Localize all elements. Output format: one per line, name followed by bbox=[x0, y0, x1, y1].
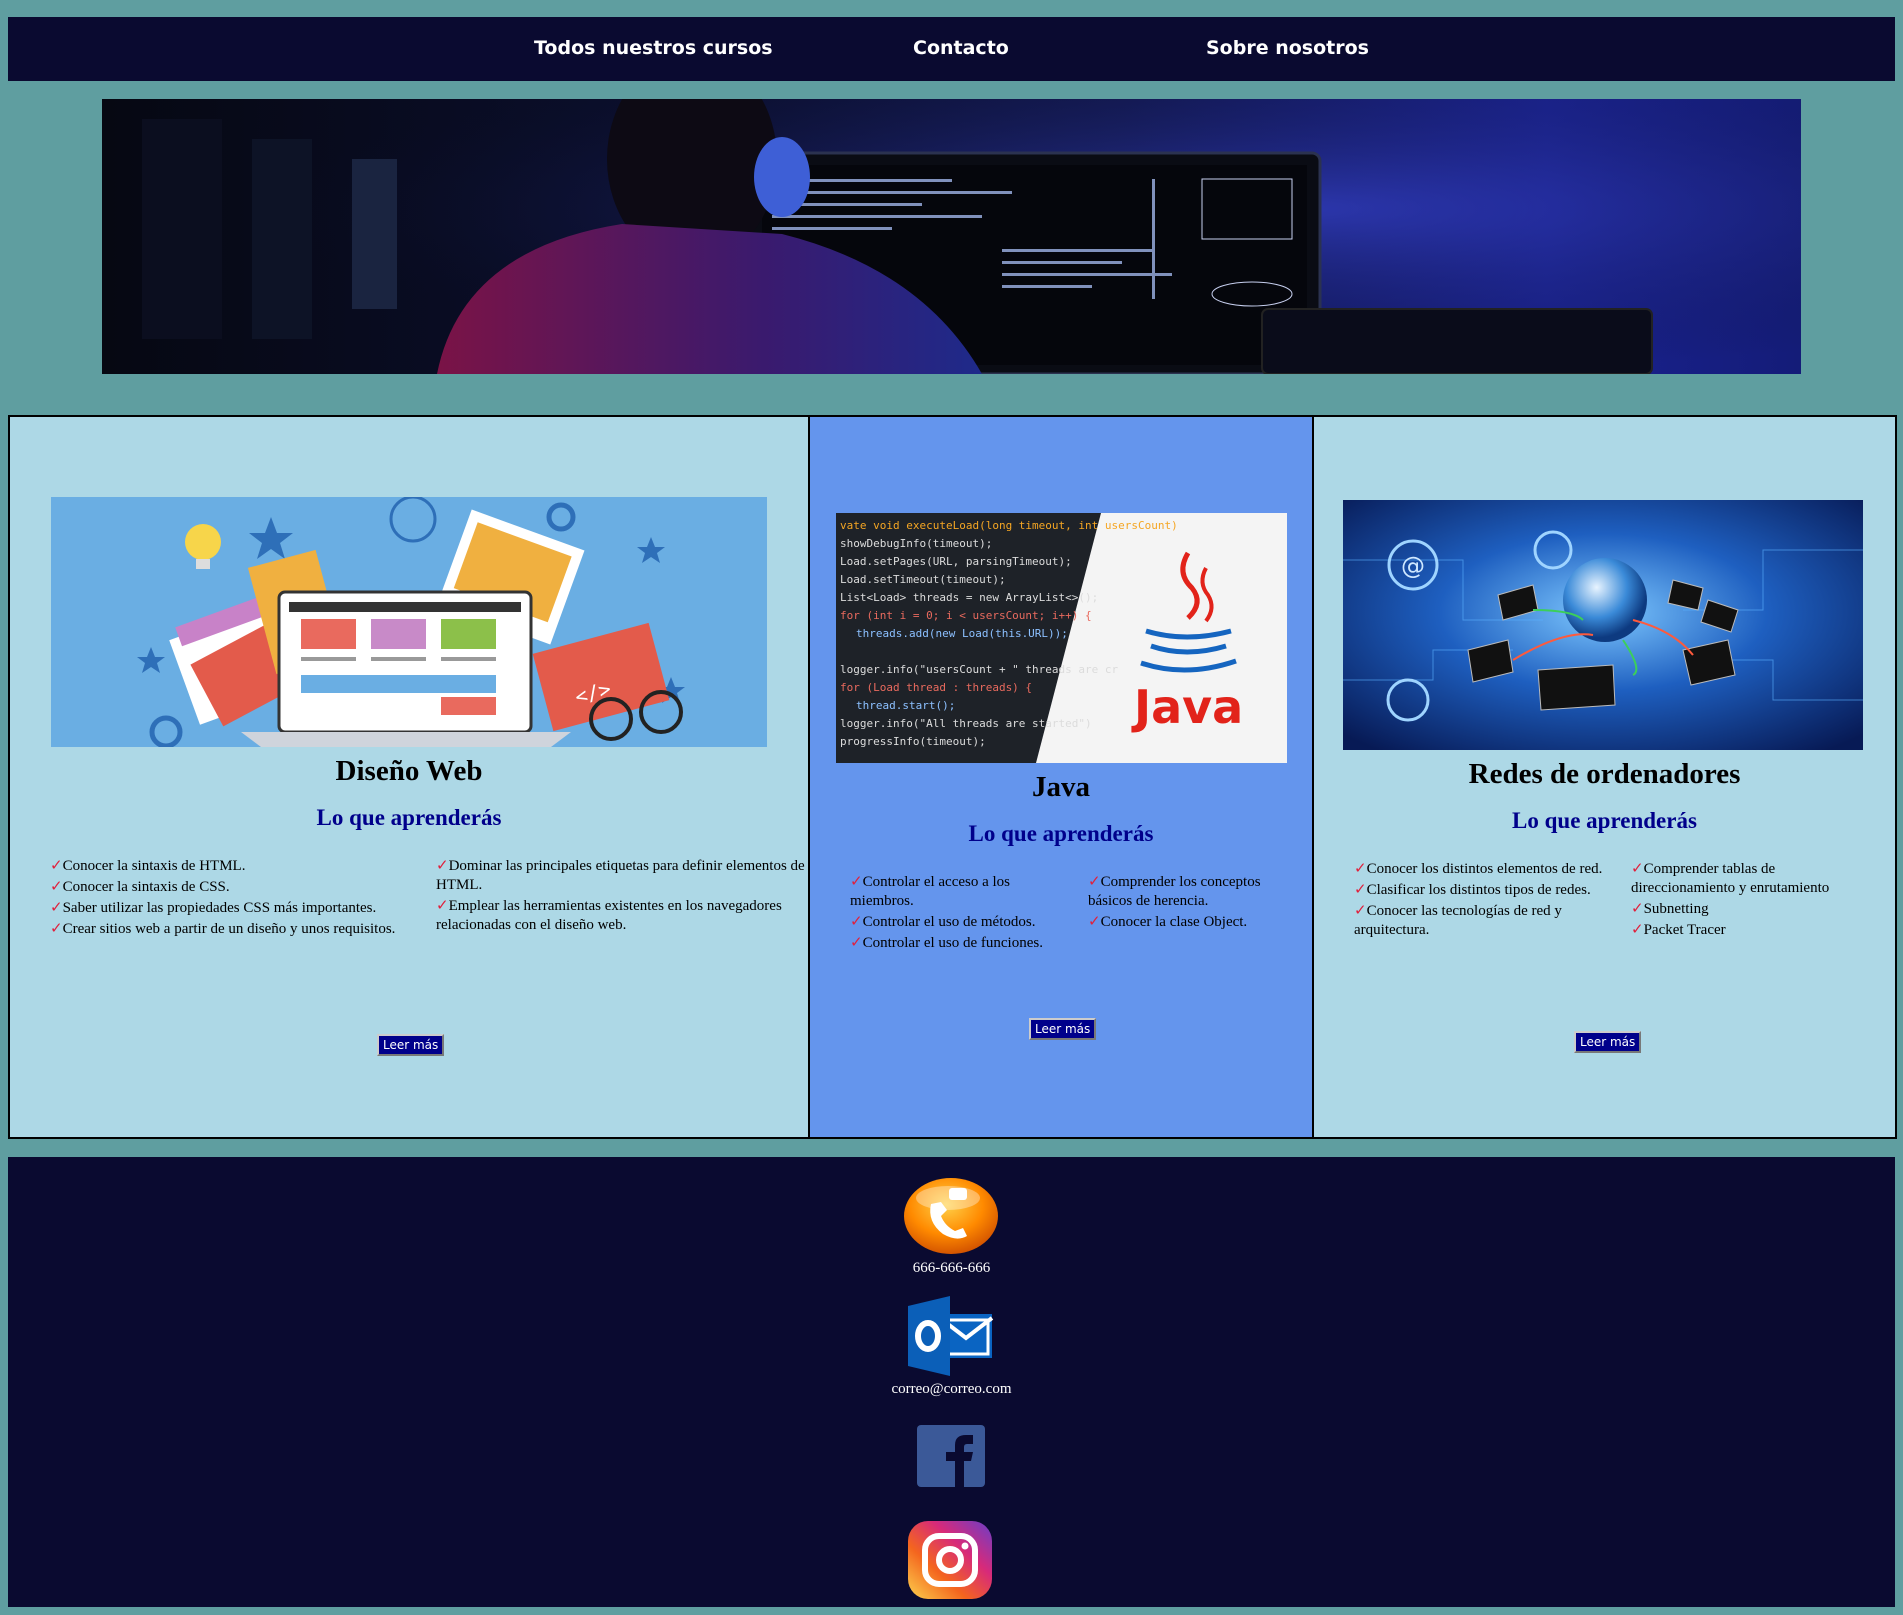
list-item: ✓Conocer la sintaxis de HTML. bbox=[50, 858, 246, 874]
list-item: ✓Conocer los distintos elementos de red. bbox=[1354, 861, 1603, 877]
svg-text:Load.setPages(URL, parsingTime: Load.setPages(URL, parsingTimeout); bbox=[840, 555, 1072, 568]
svg-text:for (int i = 0; i < usersCount: for (int i = 0; i < usersCount; i++) { bbox=[840, 609, 1092, 622]
learning-list-col2: ✓Dominar las principales etiquetas para … bbox=[436, 857, 808, 937]
web-design-illustration: </> bbox=[51, 497, 767, 747]
list-item: ✓Subnetting bbox=[1631, 901, 1709, 917]
course-card-web-design: </> Diseño Web Lo que aprenderás ✓Conoce… bbox=[10, 417, 810, 1137]
svg-text:List<Load> threads = new Array: List<Load> threads = new ArrayList<>(); bbox=[840, 591, 1098, 604]
nav-link-contact[interactable]: Contacto bbox=[913, 37, 1009, 59]
course-subtitle: Lo que aprenderás bbox=[316, 805, 502, 830]
read-more-button[interactable]: Leer más bbox=[1029, 1018, 1097, 1040]
top-navigation: Todos nuestros cursos Contacto Sobre nos… bbox=[8, 17, 1895, 81]
svg-text:progressInfo(timeout);: progressInfo(timeout); bbox=[840, 735, 986, 748]
outlook-icon[interactable] bbox=[908, 1296, 994, 1381]
footer: 666-666-666 correo@correo.com bbox=[8, 1157, 1895, 1607]
hero-banner bbox=[102, 99, 1801, 374]
list-item: ✓Controlar el uso de funciones. bbox=[850, 935, 1043, 951]
phone-number: 666-666-666 bbox=[912, 1260, 991, 1276]
list-item: ✓Conocer la sintaxis de CSS. bbox=[50, 879, 230, 895]
course-title: Diseño Web bbox=[335, 755, 483, 787]
list-item: ✓Comprender los conceptos básicos de her… bbox=[1088, 874, 1261, 909]
course-title: Java bbox=[1032, 771, 1090, 803]
nav-link-all-courses[interactable]: Todos nuestros cursos bbox=[534, 37, 773, 59]
svg-text:thread.start();: thread.start(); bbox=[856, 699, 955, 712]
course-subtitle: Lo que aprenderás bbox=[1512, 808, 1697, 833]
programmer-at-monitor-image bbox=[102, 99, 1801, 374]
learning-list-col2: ✓Comprender tablas de direccionamiento y… bbox=[1631, 860, 1861, 942]
svg-text:vate void executeLoad(long tim: vate void executeLoad(long timeout, int … bbox=[840, 519, 1178, 532]
read-more-button[interactable]: Leer más bbox=[377, 1034, 445, 1056]
email-address: correo@correo.com bbox=[891, 1381, 1012, 1397]
course-title: Redes de ordenadores bbox=[1468, 758, 1741, 790]
list-item: ✓Crear sitios web a partir de un diseño … bbox=[50, 921, 396, 937]
course-subtitle: Lo que aprenderás bbox=[968, 821, 1154, 846]
learning-list-col1: ✓Conocer la sintaxis de HTML. ✓Conocer l… bbox=[50, 857, 425, 941]
list-item: ✓Saber utilizar las propiedades CSS más … bbox=[50, 900, 377, 916]
courses-section: </> Diseño Web Lo que aprenderás ✓Conoce… bbox=[8, 415, 1897, 1139]
course-card-java: vate void executeLoad(long timeout, int … bbox=[810, 417, 1314, 1137]
phone-icon[interactable] bbox=[903, 1176, 999, 1261]
list-item: ✓Comprender tablas de direccionamiento y… bbox=[1631, 861, 1830, 896]
learning-list-col1: ✓Controlar el acceso a los miembros. ✓Co… bbox=[850, 873, 1070, 955]
svg-text:threads.add(new Load(this.URL): threads.add(new Load(this.URL)); bbox=[856, 627, 1068, 640]
list-item: ✓Controlar el acceso a los miembros. bbox=[850, 874, 1011, 909]
svg-text:Load.setTimeout(timeout);: Load.setTimeout(timeout); bbox=[840, 573, 1006, 586]
network-laptops-globe: @ bbox=[1343, 500, 1863, 750]
svg-text:logger.info("All threads are s: logger.info("All threads are started") bbox=[840, 717, 1092, 730]
list-item: ✓Conocer la clase Object. bbox=[1088, 914, 1248, 930]
list-item: ✓Packet Tracer bbox=[1631, 922, 1726, 938]
svg-text:@: @ bbox=[1401, 552, 1425, 580]
list-item: ✓Conocer las tecnologías de red y arquit… bbox=[1354, 903, 1562, 938]
java-code-logo: vate void executeLoad(long timeout, int … bbox=[836, 513, 1287, 763]
list-item: ✓Clasificar los distintos tipos de redes… bbox=[1354, 882, 1591, 898]
svg-text:logger.info("usersCount + " th: logger.info("usersCount + " threads are … bbox=[840, 663, 1119, 676]
svg-text:for (Load thread : threads) {: for (Load thread : threads) { bbox=[840, 681, 1032, 694]
nav-link-about[interactable]: Sobre nosotros bbox=[1206, 37, 1369, 59]
instagram-icon[interactable] bbox=[908, 1521, 992, 1604]
course-card-networks: @ Redes de ordenadores Lo que aprenderás… bbox=[1314, 417, 1895, 1137]
facebook-icon[interactable] bbox=[917, 1425, 985, 1492]
svg-text:Java: Java bbox=[1131, 680, 1243, 734]
learning-list-col2: ✓Comprender los conceptos básicos de her… bbox=[1088, 873, 1288, 934]
list-item: ✓Controlar el uso de métodos. bbox=[850, 914, 1036, 930]
svg-text:showDebugInfo(timeout);: showDebugInfo(timeout); bbox=[840, 537, 992, 550]
learning-list-col1: ✓Conocer los distintos elementos de red.… bbox=[1354, 860, 1614, 942]
list-item: ✓Emplear las herramientas existentes en … bbox=[436, 898, 782, 933]
list-item: ✓Dominar las principales etiquetas para … bbox=[436, 858, 805, 893]
read-more-button[interactable]: Leer más bbox=[1574, 1031, 1642, 1053]
